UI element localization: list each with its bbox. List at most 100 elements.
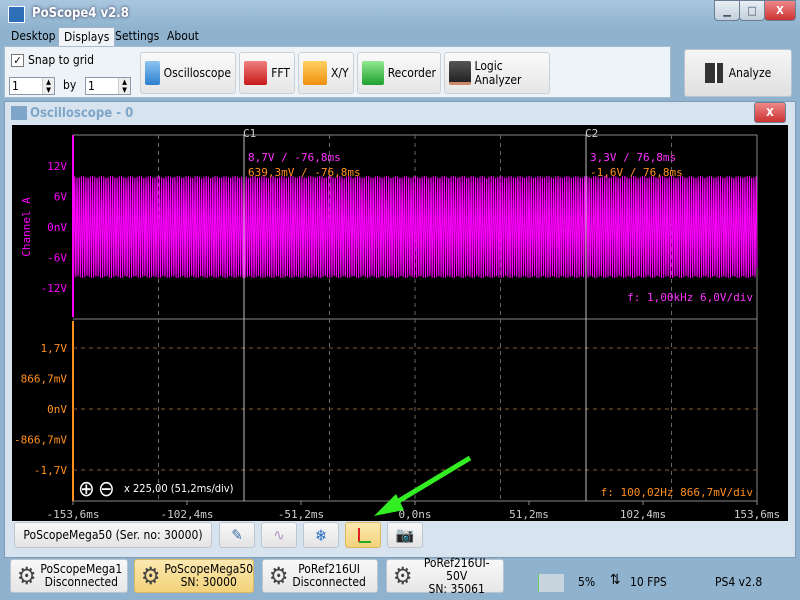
logic-analyzer-icon [449,61,471,85]
grid-y-spinner[interactable]: 1 ▲ ▼ [85,77,131,95]
zoom-out-icon[interactable]: ⊖ [98,477,115,502]
device-info: PoRef216UI-50V SN: 35061 [416,555,497,596]
cursor-readout-a: 3,3V / 76,8ms [590,151,676,164]
y-tick-label: -12V [41,282,68,295]
channel-b-info: f: 100,02Hz 866,7mV/div [601,486,754,499]
zoom-readout: x 225,00 (51,2ms/div) [124,482,234,495]
logic-analyzer-button[interactable]: Logic Analyzer [444,52,550,94]
snap-label: Snap to grid [28,53,95,67]
device-info: PoScopeMega50 SN: 30000 [164,563,253,589]
cpu-meter [538,574,564,592]
device-info: PoRef216UI Disconnected [292,563,365,589]
grid-y-value: 1 [88,79,95,93]
oscilloscope-button[interactable]: Oscilloscope [140,52,236,94]
button-label: Recorder [387,66,436,80]
xy-button[interactable]: X/Y [298,52,354,94]
oscilloscope-window-icon [11,106,27,120]
refresh-icon: ⇅ [610,572,621,588]
close-button[interactable]: X [764,0,796,21]
spinner-arrows-icon[interactable]: ▲ ▼ [42,78,54,94]
spinner-arrows-icon[interactable]: ▲ ▼ [118,78,130,94]
device-select-button[interactable]: PoScopeMega50 (Ser. no: 30000) [14,522,212,548]
grid-x-value: 1 [12,79,19,93]
fft-button[interactable]: FFT [239,52,295,94]
button-label: X/Y [331,66,349,80]
tab-about[interactable]: About [162,27,204,47]
device-button[interactable]: ⚙ PoScopeMega50 SN: 30000 [134,559,254,593]
device-name: PoRef216UI-50V [423,555,490,583]
device-button[interactable]: ⚙ PoScopeMega1 Disconnected [10,559,128,593]
y-tick-label: 0nV [47,221,67,234]
gear-icon: ⚙ [393,561,413,590]
scope-plot[interactable]: 12V 6V 0nV -6V -12V 1,7V 866,7mV 0nV -866,7mV -1,… [12,125,788,521]
tab-settings[interactable]: Settings [110,27,164,47]
button-label: Oscilloscope [163,66,231,80]
ribbon: ✓ Snap to grid 1 ▲ ▼ by 1 ▲ ▼ Oscilloscope F… [4,46,671,98]
y-tick-label: 0nV [47,403,67,416]
device-button[interactable]: ⚙ PoRef216UI-50V SN: 35061 [386,555,504,596]
y-tick-label: 12V [47,160,67,173]
cursor-readout-b: 639,3mV / -76,8ms [248,166,361,179]
oscilloscope-title: Oscilloscope - 0 [30,106,134,121]
axes-icon[interactable] [345,522,381,548]
x-tick-label: -153,6ms [47,508,100,521]
camera-icon[interactable]: 📷 [387,522,423,548]
xy-icon [303,61,327,85]
y-tick-label: 866,7mV [21,373,68,386]
y-tick-label: 6V [54,191,68,204]
fft-icon [244,61,268,85]
signal-icon[interactable]: ∿ [261,522,297,548]
cursor-readout-a: 8,7V / -76,8ms [248,151,341,164]
x-tick-label: -102,4ms [161,508,214,521]
scope-display[interactable]: 12V 6V 0nV -6V -12V 1,7V 866,7mV 0nV -866,7mV -1,… [12,125,788,521]
y-tick-label: 1,7V [41,342,68,355]
window-title: PoScope4 v2.8 [32,6,129,21]
button-label: Logic Analyzer [474,59,522,87]
analyze-button[interactable]: Analyze [684,49,792,97]
device-button[interactable]: ⚙ PoRef216UI Disconnected [262,559,378,593]
device-status: Disconnected [44,575,119,589]
x-tick-label: 102,4ms [620,508,666,521]
device-status: SN: 30000 [180,575,237,589]
checkbox-icon: ✓ [11,53,24,67]
oscilloscope-close-button[interactable]: X [754,102,786,123]
cursor-label: C1 [243,127,256,140]
channel-a-info: f: 1,00kHz 6,0V/div [627,291,753,304]
cursor-readout-b: -1,6V / 76,8ms [590,166,683,179]
oscilloscope-icon [145,61,160,85]
tab-desktop[interactable]: Desktop [6,27,61,47]
button-label: FFT [271,66,290,80]
pause-icon [704,63,723,83]
x-tick-label: -51,2ms [278,508,324,521]
cpu-usage: 5% [578,575,596,589]
device-status: SN: 35061 [428,581,485,596]
app-icon [8,6,25,23]
recorder-icon [362,61,384,85]
gear-icon: ⚙ [269,561,289,590]
recorder-button[interactable]: Recorder [357,52,441,94]
x-tick-label: 0,0ns [398,508,431,521]
y-tick-label: -1,7V [34,464,67,477]
gear-icon: ⚙ [17,561,37,590]
tab-displays[interactable]: Displays [58,27,116,47]
fps-readout: 10 FPS [630,575,667,589]
edit-icon[interactable]: ✎ [219,522,255,548]
minimize-button[interactable]: ▁ [714,0,740,21]
zoom-in-icon[interactable]: ⊕ [78,477,95,502]
gear-icon: ⚙ [141,561,161,590]
y-tick-label: -6V [47,252,67,265]
y-tick-label: -866,7mV [14,434,67,447]
maximize-button[interactable]: □ [739,0,765,21]
device-info: PoScopeMega1 Disconnected [40,563,122,589]
version-label: PS4 v2.8 [715,575,763,589]
snap-to-grid-checkbox[interactable]: ✓ Snap to grid [11,53,94,67]
channel-a-label: Channel A [20,197,33,257]
freeze-icon[interactable]: ❄ [303,522,339,548]
device-status: Disconnected [292,575,366,589]
grid-x-spinner[interactable]: 1 ▲ ▼ [9,77,55,95]
by-label: by [63,78,77,92]
cursor-label: C2 [585,127,598,140]
x-tick-label: 153,6ms [734,508,780,521]
channel-a-waveform [72,175,758,279]
analyze-label: Analyze [728,66,772,80]
